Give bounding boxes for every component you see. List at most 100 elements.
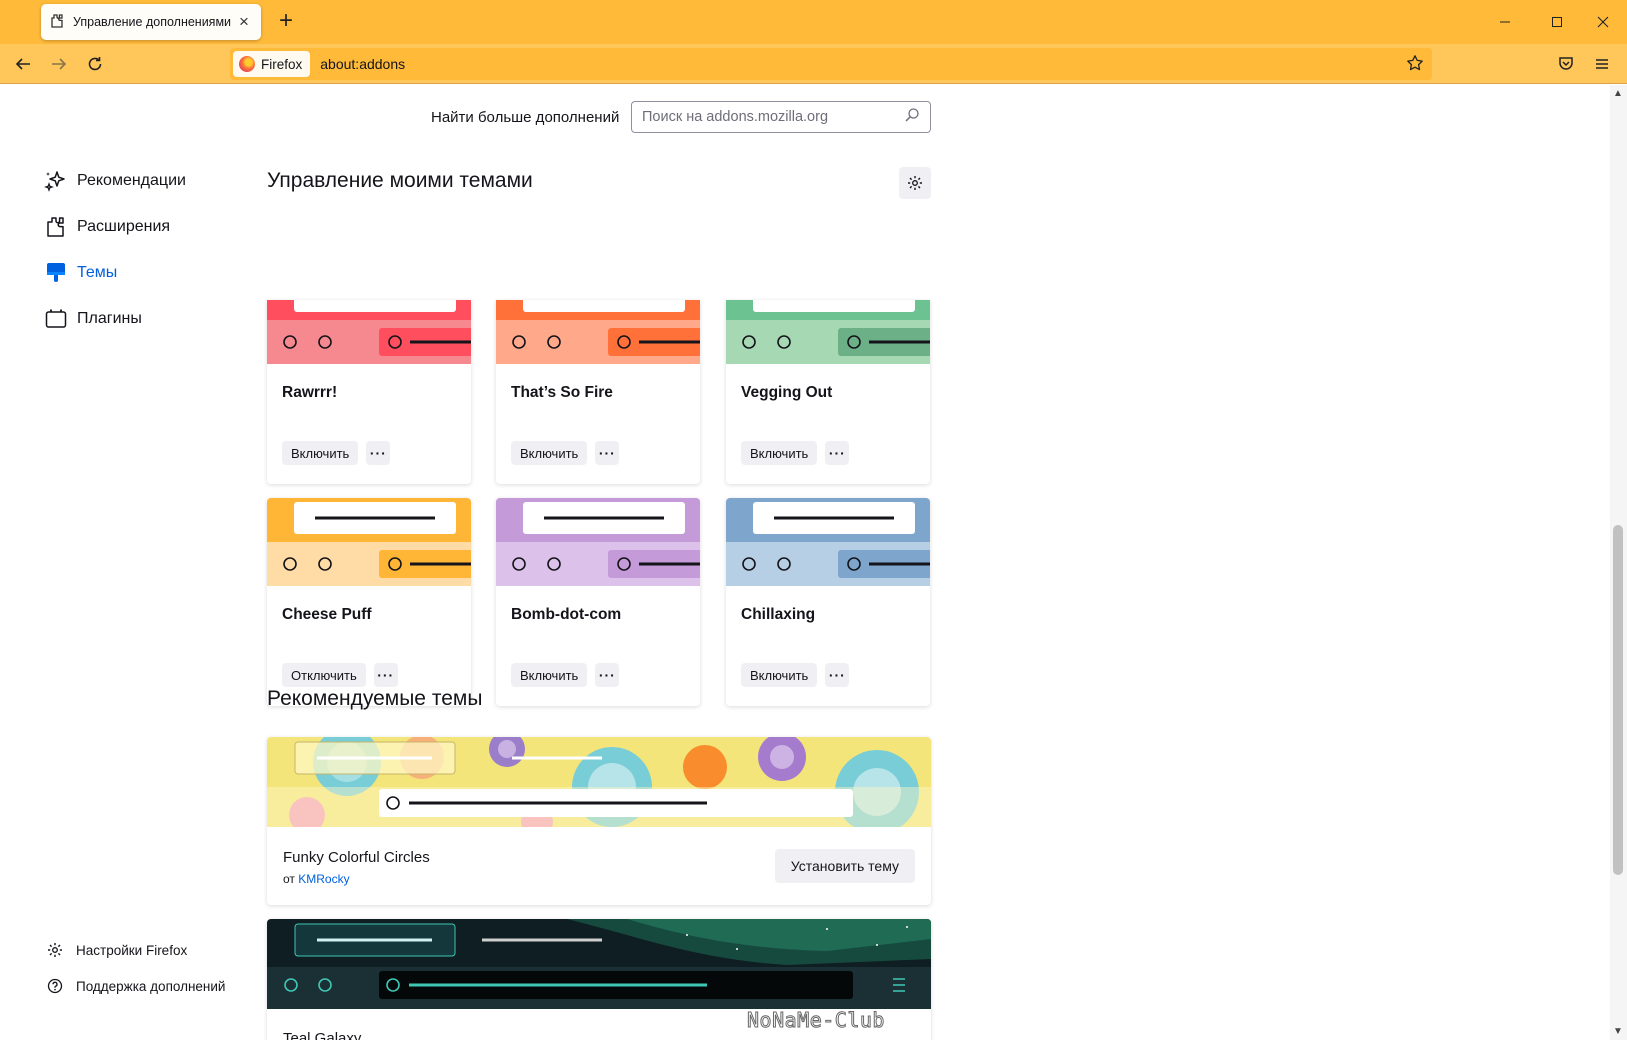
- firefox-logo-icon: [239, 56, 255, 72]
- my-themes-heading: Управление моими темами: [267, 169, 533, 192]
- new-tab-button[interactable]: +: [273, 9, 299, 35]
- url-bar[interactable]: Firefox about:addons: [230, 48, 1432, 80]
- theme-name: Vegging Out: [741, 384, 833, 401]
- theme-card: Chillaxing Включить ···: [726, 498, 930, 706]
- more-options-button[interactable]: ···: [595, 441, 620, 465]
- brush-icon: [44, 261, 68, 285]
- author-link[interactable]: KMRocky: [298, 872, 349, 886]
- forward-arrow-icon: [52, 58, 67, 70]
- plugin-icon: [44, 307, 68, 331]
- theme-name: Chillaxing: [741, 606, 816, 623]
- identity-box[interactable]: Firefox: [233, 51, 311, 77]
- theme-preview[interactable]: [726, 498, 930, 586]
- page-scrollbar[interactable]: ▲ ▼: [1610, 85, 1627, 1040]
- more-options-button[interactable]: ···: [366, 441, 391, 465]
- theme-preview[interactable]: [267, 300, 471, 364]
- identity-label: Firefox: [261, 56, 303, 72]
- theme-actions: Включить ···: [741, 441, 850, 465]
- footer-label: Поддержка дополнений: [76, 978, 226, 994]
- theme-card: Rawrrr! Включить ···: [267, 300, 471, 484]
- addons-support-link[interactable]: Поддержка дополнений: [46, 977, 225, 995]
- theme-name: That’s So Fire: [511, 384, 613, 401]
- theme-preview[interactable]: [496, 498, 700, 586]
- footer-label: Настройки Firefox: [76, 942, 188, 958]
- disable-button[interactable]: Отключить: [282, 663, 366, 687]
- more-options-button[interactable]: ···: [825, 441, 850, 465]
- category-label: Расширения: [77, 218, 171, 235]
- search-icon: [904, 107, 920, 127]
- category-themes[interactable]: Темы: [44, 258, 117, 288]
- theme-card: That’s So Fire Включить ···: [496, 300, 700, 484]
- maximize-button[interactable]: [1534, 8, 1580, 36]
- reload-button[interactable]: [80, 50, 110, 78]
- theme-card: Bomb-dot-com Включить ···: [496, 498, 700, 706]
- bookmark-star-icon[interactable]: [1406, 54, 1424, 77]
- theme-preview[interactable]: [267, 919, 931, 1009]
- find-more-label: Найти больше дополнений: [431, 109, 620, 126]
- theme-card: Cheese Puff Отключить ···: [267, 498, 471, 706]
- navigation-toolbar: Firefox about:addons: [0, 44, 1627, 84]
- search-input[interactable]: Поиск на addons.mozilla.org: [631, 101, 931, 133]
- puzzle-icon: [44, 215, 68, 239]
- close-tab-icon[interactable]: ×: [235, 12, 253, 32]
- addons-page: Рекомендации Расширения Темы Плагины Нас…: [0, 85, 1627, 1040]
- theme-preview[interactable]: [267, 498, 471, 586]
- pocket-button[interactable]: [1551, 50, 1581, 78]
- theme-author-line: от KMRocky: [283, 872, 350, 886]
- enable-button[interactable]: Включить: [282, 441, 359, 465]
- theme-name: Rawrrr!: [282, 384, 338, 401]
- category-label: Рекомендации: [77, 172, 186, 189]
- url-text[interactable]: about:addons: [320, 56, 405, 72]
- firefox-settings-link[interactable]: Настройки Firefox: [46, 941, 187, 959]
- scroll-up-arrow-icon[interactable]: ▲: [1613, 88, 1623, 99]
- back-button[interactable]: [8, 50, 38, 78]
- reload-icon: [88, 57, 102, 71]
- theme-actions: Отключить ···: [282, 663, 398, 687]
- watermark: NoNaMe-Club: [747, 1008, 885, 1033]
- theme-preview[interactable]: [726, 300, 930, 364]
- more-options-button[interactable]: ···: [595, 663, 620, 687]
- theme-actions: Включить ···: [511, 441, 620, 465]
- theme-name: Bomb-dot-com: [511, 606, 622, 623]
- minimize-button[interactable]: [1482, 8, 1528, 36]
- search-placeholder: Поиск на addons.mozilla.org: [642, 109, 829, 125]
- category-label: Плагины: [77, 310, 142, 327]
- more-options-button[interactable]: ···: [825, 663, 850, 687]
- theme-name: Teal Galaxy: [283, 1030, 362, 1040]
- theme-card: Vegging Out Включить ···: [726, 300, 930, 484]
- category-plugins[interactable]: Плагины: [44, 304, 142, 334]
- recommended-themes-heading: Рекомендуемые темы: [267, 687, 483, 710]
- tab-title: Управление дополнениями: [73, 15, 232, 29]
- theme-preview[interactable]: [267, 737, 931, 827]
- recommended-theme-card: Funky Colorful Circles от KMRocky Устано…: [267, 737, 931, 905]
- enable-button[interactable]: Включить: [511, 663, 588, 687]
- scroll-thumb[interactable]: [1613, 525, 1623, 875]
- pocket-icon: [1559, 57, 1573, 70]
- theme-name: Funky Colorful Circles: [283, 849, 430, 866]
- tab-addons-manager[interactable]: Управление дополнениями ×: [41, 4, 261, 40]
- enable-button[interactable]: Включить: [511, 441, 588, 465]
- category-extensions[interactable]: Расширения: [44, 212, 170, 242]
- category-recommendations[interactable]: Рекомендации: [44, 166, 186, 196]
- hamburger-menu-icon: [1596, 59, 1608, 69]
- install-theme-button[interactable]: Установить тему: [774, 849, 915, 883]
- author-prefix: от: [283, 872, 295, 886]
- theme-preview[interactable]: [496, 300, 700, 364]
- theme-actions: Включить ···: [511, 663, 620, 687]
- category-label: Темы: [77, 264, 118, 281]
- tools-menu-button[interactable]: [899, 167, 931, 199]
- forward-button[interactable]: [44, 50, 74, 78]
- app-menu-button[interactable]: [1587, 50, 1617, 78]
- tab-strip: Управление дополнениями × +: [0, 0, 1627, 44]
- more-options-button[interactable]: ···: [373, 663, 398, 687]
- sparkle-icon: [44, 169, 68, 193]
- puzzle-icon: [49, 13, 65, 32]
- enable-button[interactable]: Включить: [741, 441, 818, 465]
- theme-actions: Включить ···: [741, 663, 850, 687]
- gear-icon: [46, 941, 64, 959]
- scroll-down-arrow-icon[interactable]: ▼: [1613, 1026, 1623, 1037]
- close-window-button[interactable]: [1580, 8, 1626, 36]
- back-arrow-icon: [15, 58, 30, 70]
- theme-name: Cheese Puff: [282, 606, 372, 623]
- enable-button[interactable]: Включить: [741, 663, 818, 687]
